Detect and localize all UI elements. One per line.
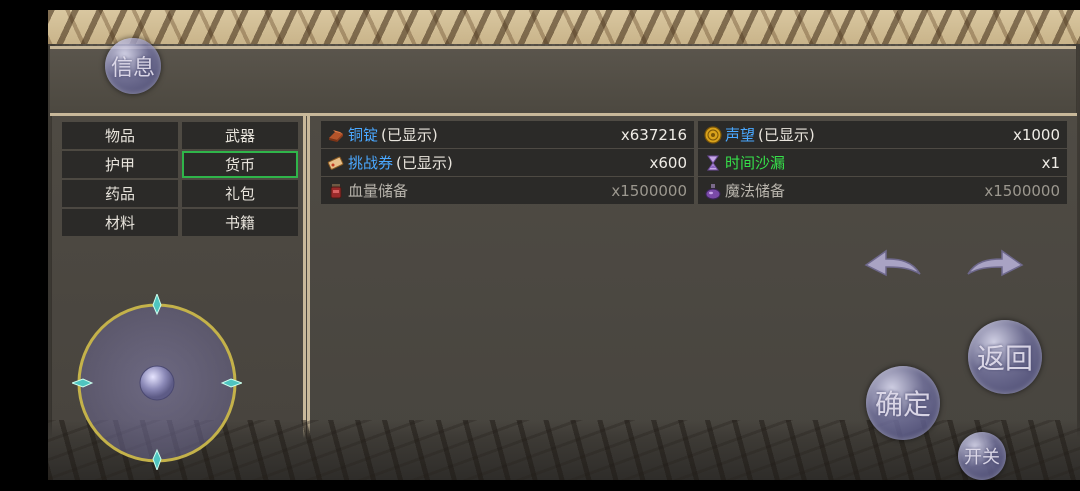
item-name: 铜锭	[348, 126, 379, 144]
item-row[interactable]: 挑战券 (已显示) x600	[321, 149, 694, 176]
top-ornament	[48, 10, 1080, 44]
item-name: 血量储备	[348, 182, 409, 200]
virtual-joystick[interactable]	[72, 294, 242, 470]
item-status: (已显示)	[758, 126, 815, 144]
confirm-button[interactable]: 确定	[866, 366, 940, 440]
item-row[interactable]: 时间沙漏 x1	[698, 149, 1067, 176]
item-row[interactable]: 血量储备 x1500000	[321, 177, 694, 204]
item-quantity: x1000	[1012, 125, 1060, 144]
info-button[interactable]: 信息	[105, 38, 161, 94]
copper-ingot-icon	[327, 126, 345, 144]
item-row[interactable]: 铜锭 (已显示) x637216	[321, 121, 694, 148]
header-bar	[50, 46, 1076, 116]
next-page-arrow-icon[interactable]	[966, 248, 1024, 282]
return-button[interactable]: 返回	[968, 320, 1042, 394]
item-quantity: x1500000	[984, 181, 1060, 200]
category-potions[interactable]: 药品	[62, 180, 178, 207]
category-grid: 物品 武器 护甲 货币 药品 礼包 材料 书籍	[62, 122, 298, 236]
toggle-button[interactable]: 开关	[958, 432, 1006, 480]
item-quantity: x1	[1041, 153, 1060, 172]
category-materials[interactable]: 材料	[62, 209, 178, 236]
item-name: 声望	[725, 126, 756, 144]
previous-page-arrow-icon[interactable]	[864, 248, 922, 282]
item-name: 魔法储备	[725, 182, 786, 200]
item-name: 时间沙漏	[725, 154, 786, 172]
item-quantity: x600	[649, 153, 687, 172]
item-quantity: x637216	[620, 125, 687, 144]
currency-list: 铜锭 (已显示) x637216 声望 (已显示) x1000 挑战券 (已显示) x…	[321, 121, 1067, 204]
category-gift-packs[interactable]: 礼包	[182, 180, 298, 207]
category-books[interactable]: 书籍	[182, 209, 298, 236]
item-name: 挑战券	[348, 154, 394, 172]
item-row[interactable]: 魔法储备 x1500000	[698, 177, 1067, 204]
challenge-ticket-icon	[327, 154, 345, 172]
item-status: (已显示)	[396, 154, 453, 172]
item-row[interactable]: 声望 (已显示) x1000	[698, 121, 1067, 148]
item-quantity: x1500000	[611, 181, 687, 200]
health-jar-icon	[327, 182, 345, 200]
item-status: (已显示)	[381, 126, 438, 144]
hourglass-icon	[704, 154, 722, 172]
category-currency[interactable]: 货币	[182, 151, 298, 178]
mana-flask-icon	[704, 182, 722, 200]
reputation-coin-icon	[704, 125, 722, 144]
category-armor[interactable]: 护甲	[62, 151, 178, 178]
category-items[interactable]: 物品	[62, 122, 178, 149]
category-weapons[interactable]: 武器	[182, 122, 298, 149]
